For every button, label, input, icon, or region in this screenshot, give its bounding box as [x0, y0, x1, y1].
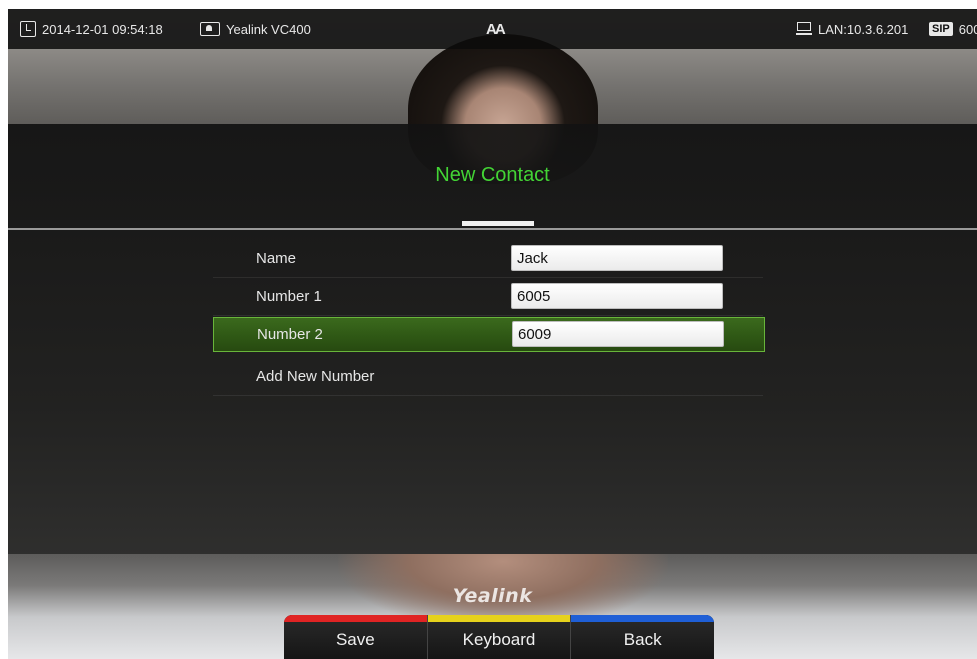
dialog-title: New Contact	[435, 164, 550, 186]
network-indicator: LAN:10.3.6.201	[796, 9, 908, 49]
name-field[interactable]: Jack	[511, 245, 723, 271]
name-label: Name	[256, 250, 297, 267]
number-2-row[interactable]: Number 2 6009	[213, 317, 765, 352]
new-contact-dialog: New Contact Name Jack Number 1 6005 Numb…	[8, 124, 977, 554]
add-new-number-row[interactable]: Add New Number	[213, 359, 763, 396]
keyboard-softkey-label: Keyboard	[462, 630, 536, 649]
number-2-label: Number 2	[257, 326, 323, 343]
save-softkey[interactable]: Save	[284, 615, 428, 659]
number-1-field[interactable]: 6005	[511, 283, 723, 309]
sip-account-text: 6004	[958, 21, 977, 37]
keyboard-softkey[interactable]: Keyboard	[427, 615, 572, 659]
lan-icon	[796, 22, 812, 36]
brand-logo: Yealink	[452, 585, 533, 607]
yellow-key-indicator	[427, 615, 571, 622]
device-icon	[200, 22, 220, 36]
number-1-row[interactable]: Number 1 6005	[213, 279, 763, 316]
back-softkey-label: Back	[623, 630, 662, 649]
softkey-bar: Save Keyboard Back	[284, 615, 714, 659]
video-screen: 2014-12-01 09:54:18 Yealink VC400 AA LAN…	[8, 9, 977, 659]
number-2-field[interactable]: 6009	[512, 321, 724, 347]
device-indicator: Yealink VC400	[200, 9, 311, 49]
status-bar: 2014-12-01 09:54:18 Yealink VC400 AA LAN…	[8, 9, 977, 49]
clock-icon	[20, 21, 36, 37]
datetime-indicator: 2014-12-01 09:54:18	[20, 9, 163, 49]
title-indicator	[462, 221, 534, 226]
sip-indicator: SIP 6004	[929, 9, 977, 49]
font-size-indicator: AA	[486, 9, 506, 49]
add-new-number-label: Add New Number	[256, 368, 375, 385]
red-key-indicator	[284, 615, 427, 622]
device-name-text: Yealink VC400	[226, 21, 311, 37]
network-text: LAN:10.3.6.201	[818, 21, 909, 37]
blue-key-indicator	[571, 615, 714, 622]
save-softkey-label: Save	[335, 630, 375, 649]
sip-icon: SIP	[929, 22, 953, 36]
name-row[interactable]: Name Jack	[213, 241, 763, 278]
font-size-icon: AA	[486, 20, 506, 38]
number-1-label: Number 1	[256, 288, 322, 305]
title-divider	[8, 228, 977, 230]
datetime-text: 2014-12-01 09:54:18	[42, 21, 163, 37]
back-softkey[interactable]: Back	[571, 615, 714, 659]
